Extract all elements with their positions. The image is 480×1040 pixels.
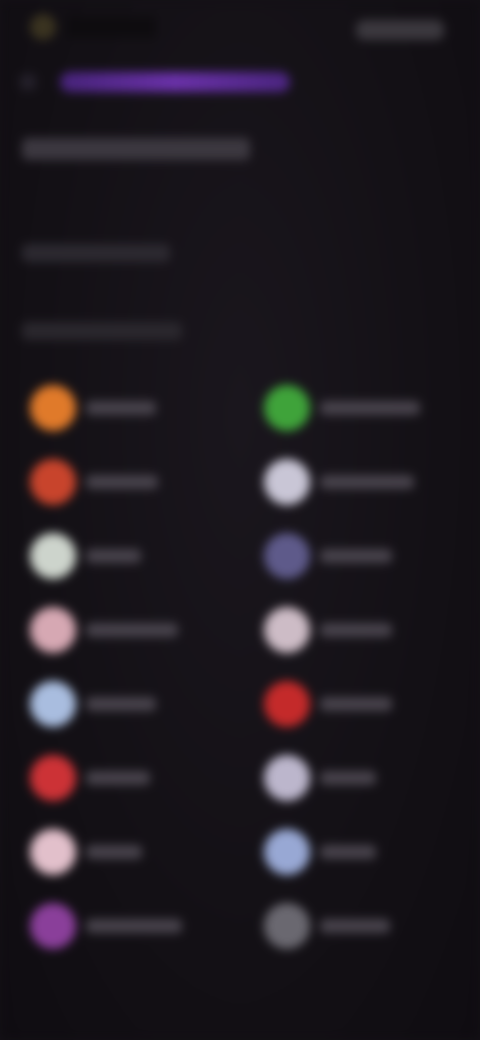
language-label <box>320 771 376 785</box>
app-name-placeholder <box>66 16 156 38</box>
language-label <box>86 401 156 415</box>
language-label <box>86 475 158 489</box>
language-label <box>86 623 178 637</box>
flag-icon <box>30 385 76 431</box>
language-option[interactable] <box>264 604 392 656</box>
flag-icon <box>264 755 310 801</box>
language-label <box>86 845 142 859</box>
language-label <box>86 919 182 933</box>
screen <box>0 0 480 1040</box>
flag-icon <box>30 533 76 579</box>
status-bar-right <box>356 20 444 40</box>
tab-active-indicator[interactable] <box>60 72 290 92</box>
tab-bar <box>20 64 460 98</box>
flag-icon <box>30 607 76 653</box>
language-option[interactable] <box>30 456 158 508</box>
language-label <box>320 845 376 859</box>
flag-icon <box>30 755 76 801</box>
language-option[interactable] <box>30 678 156 730</box>
language-label <box>320 919 390 933</box>
language-option[interactable] <box>264 900 390 952</box>
language-label <box>320 549 392 563</box>
flag-icon <box>264 607 310 653</box>
language-label <box>86 771 150 785</box>
flag-icon <box>264 385 310 431</box>
page-subheading <box>22 244 170 262</box>
language-option[interactable] <box>264 456 414 508</box>
language-label <box>320 623 392 637</box>
language-option[interactable] <box>30 382 156 434</box>
language-label <box>320 475 414 489</box>
language-label <box>320 401 420 415</box>
language-option[interactable] <box>30 530 141 582</box>
language-option[interactable] <box>264 826 376 878</box>
language-label <box>86 549 141 563</box>
flag-icon <box>30 681 76 727</box>
language-option[interactable] <box>30 900 182 952</box>
language-option[interactable] <box>264 530 392 582</box>
language-option[interactable] <box>264 752 376 804</box>
language-option[interactable] <box>264 678 392 730</box>
flag-icon <box>264 459 310 505</box>
flag-icon <box>264 903 310 949</box>
flag-icon <box>264 681 310 727</box>
language-option[interactable] <box>30 604 178 656</box>
page-heading <box>22 138 250 160</box>
language-option[interactable] <box>30 752 150 804</box>
flag-icon <box>264 829 310 875</box>
section-label <box>22 322 182 340</box>
language-label <box>86 697 156 711</box>
flag-icon <box>30 459 76 505</box>
app-icon <box>30 14 56 40</box>
status-bar-left <box>30 14 156 40</box>
flag-icon <box>30 829 76 875</box>
language-label <box>320 697 392 711</box>
flag-icon <box>264 533 310 579</box>
language-option[interactable] <box>30 826 142 878</box>
back-icon[interactable] <box>20 74 36 90</box>
flag-icon <box>30 903 76 949</box>
language-option[interactable] <box>264 382 420 434</box>
